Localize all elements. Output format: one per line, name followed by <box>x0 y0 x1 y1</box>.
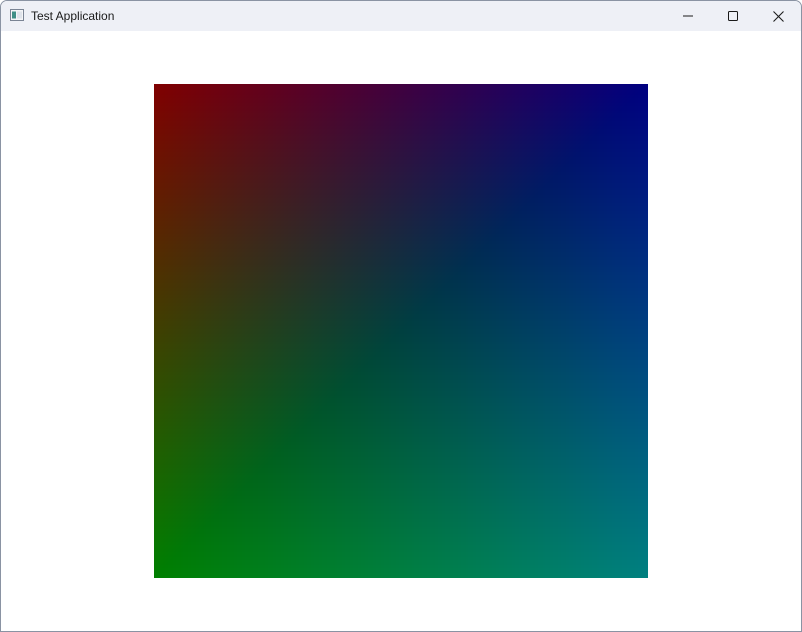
minimize-button[interactable] <box>665 1 711 31</box>
minimize-icon <box>683 15 693 17</box>
maximize-icon <box>728 11 738 21</box>
close-icon <box>772 10 784 22</box>
app-window-icon <box>10 9 24 21</box>
close-button[interactable] <box>755 1 801 31</box>
window-title: Test Application <box>31 9 115 23</box>
title-bar[interactable]: Test Application <box>1 1 801 31</box>
gradient-quad <box>154 84 648 578</box>
client-area[interactable] <box>1 31 801 631</box>
application-window: Test Application <box>0 0 802 632</box>
maximize-button[interactable] <box>710 1 756 31</box>
